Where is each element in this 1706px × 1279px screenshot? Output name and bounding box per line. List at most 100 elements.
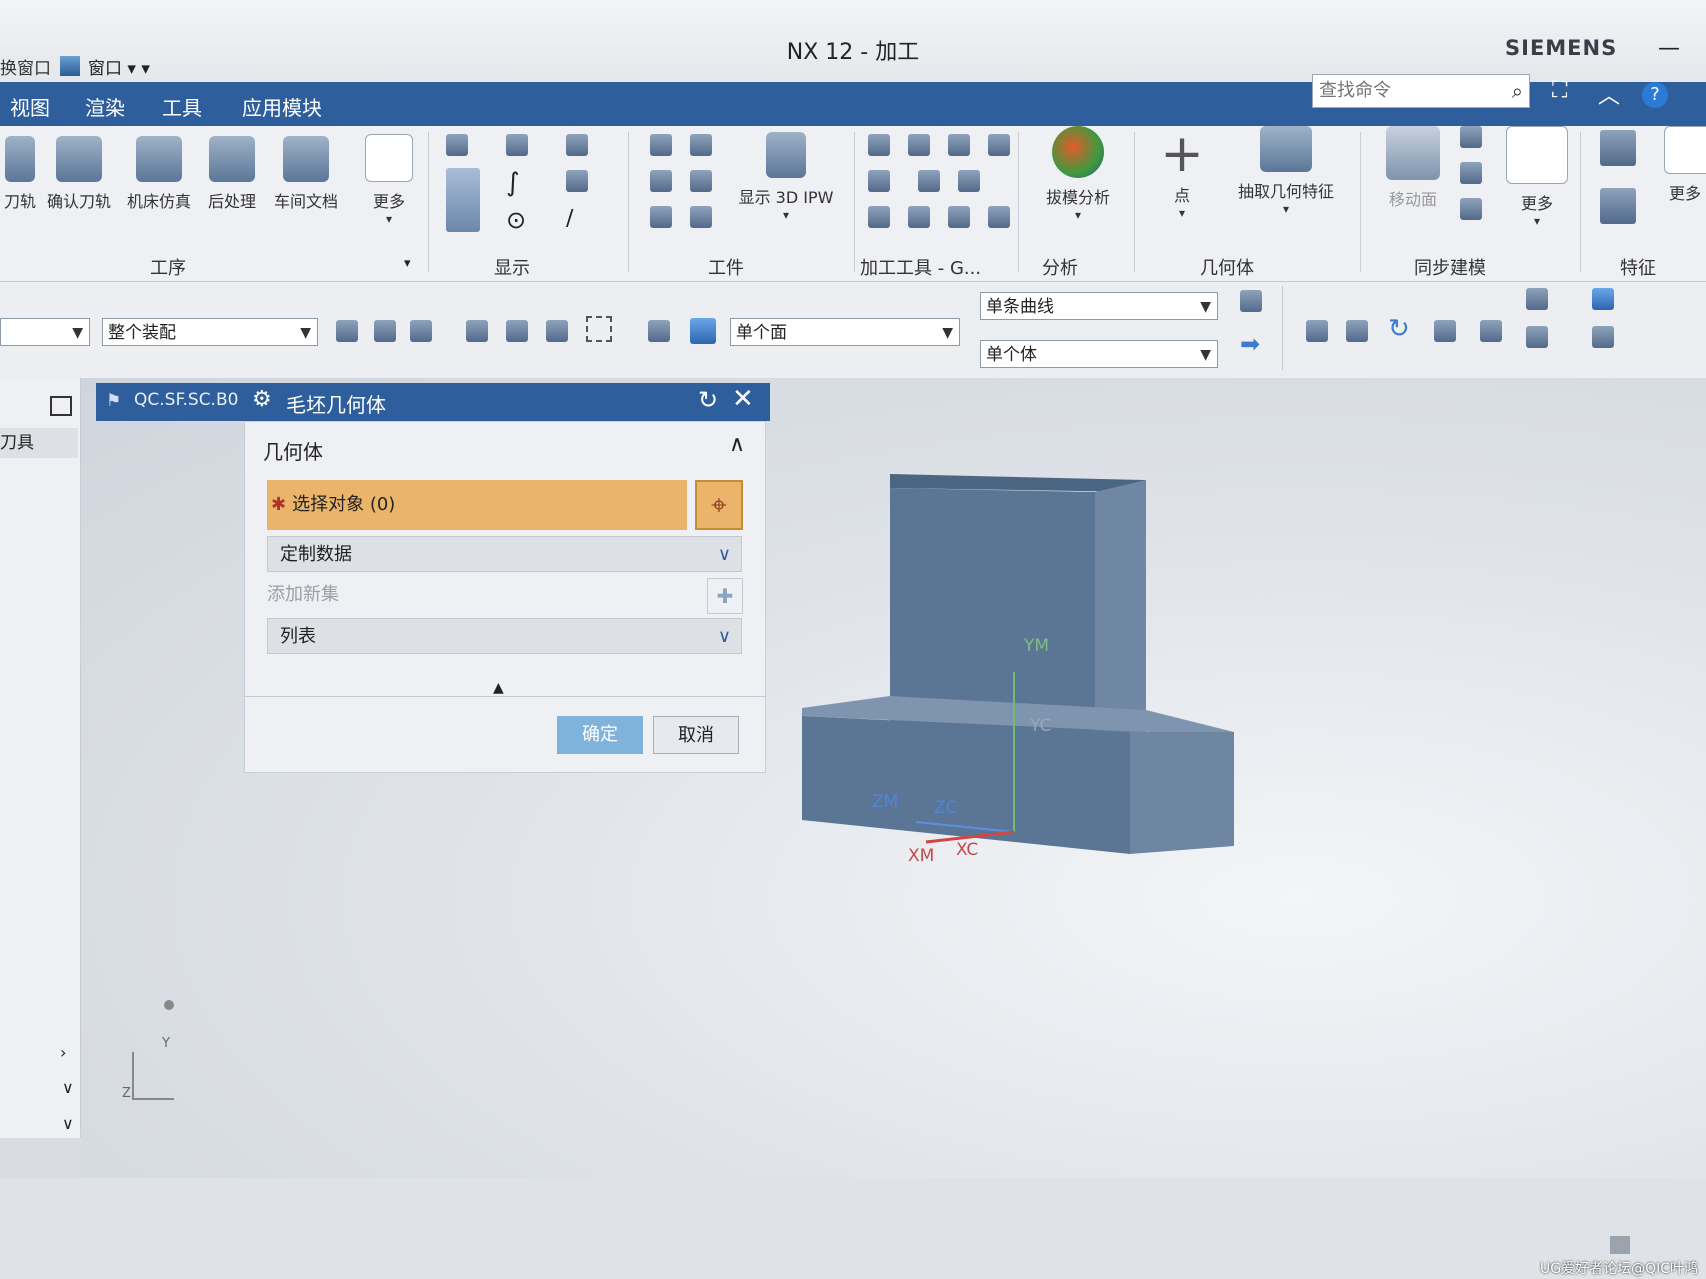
- move-face-button[interactable]: 移动面: [1378, 126, 1448, 210]
- file-tab-icon[interactable]: ⚑: [106, 391, 121, 411]
- machining-tool-icon[interactable]: [868, 206, 890, 228]
- draft-analysis-button[interactable]: 拔模分析 ▾: [1032, 126, 1124, 222]
- machining-tool-icon[interactable]: [948, 206, 970, 228]
- help-icon[interactable]: ?: [1642, 82, 1668, 108]
- view-tool-icon[interactable]: [1346, 320, 1368, 342]
- chevron-down-icon[interactable]: ∨: [62, 1114, 74, 1133]
- display-tool-icon[interactable]: [566, 134, 588, 156]
- machining-tool-icon[interactable]: [988, 134, 1010, 156]
- snap-icon[interactable]: [506, 320, 528, 342]
- chevron-up-icon[interactable]: ∧: [729, 432, 745, 457]
- reset-icon[interactable]: ↻: [698, 386, 718, 414]
- arrow-right-icon[interactable]: ➡: [1240, 330, 1260, 358]
- layout-icon[interactable]: [1526, 288, 1548, 310]
- search-input[interactable]: [1313, 75, 1505, 105]
- workpiece-tool-icon[interactable]: [650, 206, 672, 228]
- close-icon[interactable]: ✕: [732, 384, 754, 414]
- add-set-icon[interactable]: ✚: [707, 578, 743, 614]
- view-tool-icon[interactable]: [1434, 320, 1456, 342]
- line-icon[interactable]: ∕: [566, 206, 573, 231]
- select-object-row[interactable]: ✱ 选择对象 (0): [267, 480, 687, 530]
- machining-tool-icon[interactable]: [908, 206, 930, 228]
- custom-data-combo[interactable]: 定制数据 ∨: [267, 536, 742, 572]
- machining-tool-icon[interactable]: [958, 170, 980, 192]
- gear-icon[interactable]: ⚙: [252, 387, 272, 412]
- part-model[interactable]: [790, 460, 1250, 880]
- extract-geometry-button[interactable]: 抽取几何特征 ▾: [1222, 126, 1350, 216]
- sync-tool-icon[interactable]: [1460, 126, 1482, 148]
- snap-icon[interactable]: [546, 320, 568, 342]
- workpiece-tool-icon[interactable]: [690, 170, 712, 192]
- minimize-button[interactable]: —: [1658, 36, 1680, 61]
- command-search[interactable]: ⌕: [1312, 74, 1530, 108]
- menu-view[interactable]: 视图: [10, 92, 50, 121]
- post-process-button[interactable]: 后处理: [200, 136, 264, 212]
- target-icon[interactable]: ⊙: [506, 206, 526, 234]
- rectangle-select-icon[interactable]: [586, 316, 612, 342]
- rotate-icon[interactable]: ↻: [1388, 314, 1410, 344]
- machining-tool-icon[interactable]: [988, 206, 1010, 228]
- file-tab[interactable]: QC.SF.SC.B0: [134, 390, 238, 410]
- sync-tool-icon[interactable]: [1460, 162, 1482, 184]
- machine-simulation-button[interactable]: 机床仿真: [122, 136, 196, 212]
- chevron-right-icon[interactable]: ›: [60, 1043, 66, 1062]
- machining-tool-icon[interactable]: [868, 170, 890, 192]
- workpiece-tool-icon[interactable]: [690, 206, 712, 228]
- view-tool-icon[interactable]: [1592, 326, 1614, 348]
- filter-icon[interactable]: [410, 320, 432, 342]
- rule-option-icon[interactable]: [1240, 290, 1262, 312]
- panel-toggle-icon[interactable]: [1610, 1236, 1630, 1254]
- verify-toolpath-button[interactable]: 确认刀轨: [44, 136, 114, 212]
- snap-icon[interactable]: [466, 320, 488, 342]
- machining-tool-icon[interactable]: [918, 170, 940, 192]
- more-feature-button[interactable]: 更多: [1664, 126, 1706, 204]
- assembly-filter-combo[interactable]: 整个装配 ▼: [102, 318, 318, 346]
- filter-icon[interactable]: [336, 320, 358, 342]
- display-tool-icon[interactable]: [506, 134, 528, 156]
- crosshair-icon[interactable]: ⌖: [695, 480, 743, 530]
- machining-tool-icon[interactable]: [908, 134, 930, 156]
- display-layer-icon[interactable]: [446, 168, 480, 232]
- fullscreen-icon[interactable]: ⛶: [1552, 78, 1567, 103]
- face-icon[interactable]: [648, 320, 670, 342]
- feature-tool-icon[interactable]: [1600, 130, 1636, 166]
- show-3d-ipw-button[interactable]: 显示 3D IPW ▾: [728, 132, 844, 222]
- group-expand-icon[interactable]: ▾: [404, 256, 411, 271]
- curve-icon[interactable]: ∫: [506, 168, 520, 198]
- curve-rule-combo[interactable]: 单条曲线 ▼: [980, 292, 1218, 320]
- machining-tool-icon[interactable]: [868, 134, 890, 156]
- filter-icon[interactable]: [374, 320, 396, 342]
- cancel-button[interactable]: 取消: [653, 716, 739, 754]
- menu-tools[interactable]: 工具: [162, 92, 202, 121]
- ok-button[interactable]: 确定: [557, 716, 643, 754]
- more-process-button[interactable]: 更多 ▾: [358, 134, 420, 226]
- shop-doc-button[interactable]: 车间文档: [268, 136, 344, 212]
- render-style-icon[interactable]: [1592, 288, 1614, 310]
- menu-app-modules[interactable]: 应用模块: [242, 92, 322, 121]
- body-rule-combo[interactable]: 单个体 ▼: [980, 340, 1218, 368]
- menu-render[interactable]: 渲染: [85, 92, 125, 121]
- view-tool-icon[interactable]: [1306, 320, 1328, 342]
- machining-tool-icon[interactable]: [948, 134, 970, 156]
- workpiece-tool-icon[interactable]: [650, 134, 672, 156]
- collapse-icon[interactable]: ▲: [493, 680, 504, 696]
- chevron-down-icon[interactable]: ∨: [62, 1078, 74, 1097]
- toolpath-button[interactable]: 刀轨: [0, 136, 40, 212]
- search-icon[interactable]: ⌕: [1512, 79, 1523, 103]
- view-tool-icon[interactable]: [1480, 320, 1502, 342]
- workpiece-tool-icon[interactable]: [690, 134, 712, 156]
- workpiece-tool-icon[interactable]: [650, 170, 672, 192]
- more-sync-button[interactable]: 更多 ▾: [1504, 126, 1570, 228]
- body-icon[interactable]: [690, 318, 716, 344]
- sync-tool-icon[interactable]: [1460, 198, 1482, 220]
- section-icon[interactable]: [1526, 326, 1548, 348]
- list-combo[interactable]: 列表 ∨: [267, 618, 742, 654]
- type-filter-combo[interactable]: ▼: [0, 318, 90, 346]
- display-tool-icon[interactable]: [446, 134, 468, 156]
- feature-tool-icon[interactable]: [1600, 188, 1636, 224]
- tool-column-header[interactable]: 刀具: [0, 428, 78, 458]
- collapse-ribbon-icon[interactable]: ︿: [1598, 78, 1620, 110]
- display-tool-icon[interactable]: [566, 170, 588, 192]
- face-rule-combo[interactable]: 单个面 ▼: [730, 318, 960, 346]
- maximize-icon[interactable]: [50, 396, 72, 416]
